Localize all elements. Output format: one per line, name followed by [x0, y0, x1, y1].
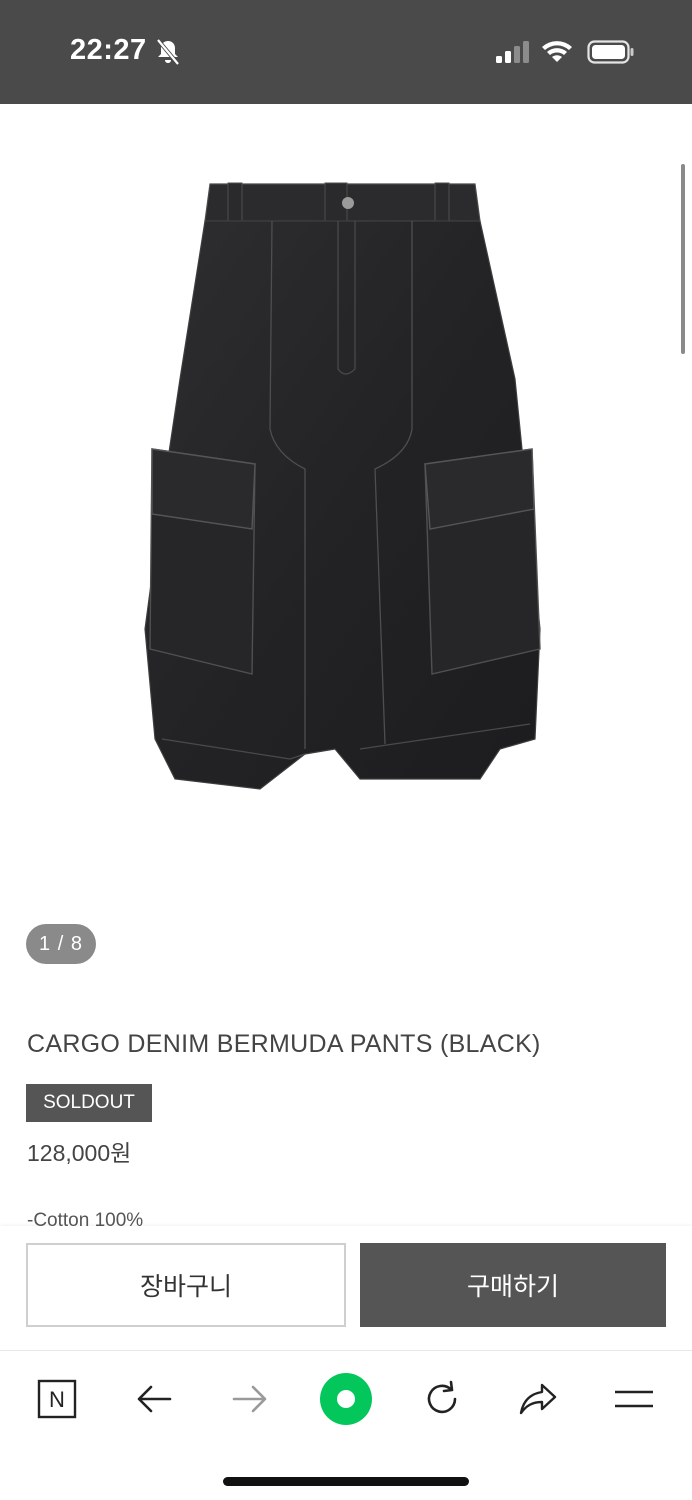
bell-muted-icon: [156, 38, 180, 66]
forward-arrow-icon: [232, 1385, 267, 1413]
naver-home-button[interactable]: N: [29, 1371, 85, 1427]
menu-button[interactable]: [606, 1371, 662, 1427]
image-counter: 1 / 8: [26, 924, 96, 964]
back-arrow-icon: [137, 1385, 172, 1413]
menu-icon: [615, 1390, 653, 1408]
green-dot-icon: [320, 1373, 372, 1425]
product-image[interactable]: [140, 179, 550, 794]
product-title: CARGO DENIM BERMUDA PANTS (BLACK): [27, 1030, 541, 1058]
product-gallery[interactable]: [0, 104, 692, 984]
reload-button[interactable]: [414, 1371, 470, 1427]
buy-now-button[interactable]: 구매하기: [360, 1243, 666, 1327]
status-time: 22:27: [70, 34, 147, 66]
home-indicator[interactable]: [223, 1477, 469, 1486]
status-bar: 22:27: [0, 0, 692, 104]
green-dot-button[interactable]: [318, 1371, 374, 1427]
signal-icon: [496, 41, 529, 63]
forward-button[interactable]: [222, 1371, 278, 1427]
back-button[interactable]: [126, 1371, 182, 1427]
action-bar: 장바구니 구매하기: [0, 1226, 692, 1350]
reload-icon: [427, 1380, 457, 1414]
share-icon: [519, 1383, 557, 1415]
soldout-badge: SOLDOUT: [26, 1084, 152, 1122]
product-price: 128,000원: [27, 1140, 132, 1166]
svg-text:N: N: [49, 1387, 65, 1412]
wifi-icon: [542, 41, 572, 62]
add-to-cart-button[interactable]: 장바구니: [26, 1243, 346, 1327]
naver-home-icon: N: [37, 1379, 77, 1419]
share-button[interactable]: [510, 1371, 566, 1427]
product-description: -Cotton 100%: [27, 1210, 144, 1226]
scroll-indicator[interactable]: [681, 164, 685, 354]
battery-icon: [587, 40, 634, 64]
